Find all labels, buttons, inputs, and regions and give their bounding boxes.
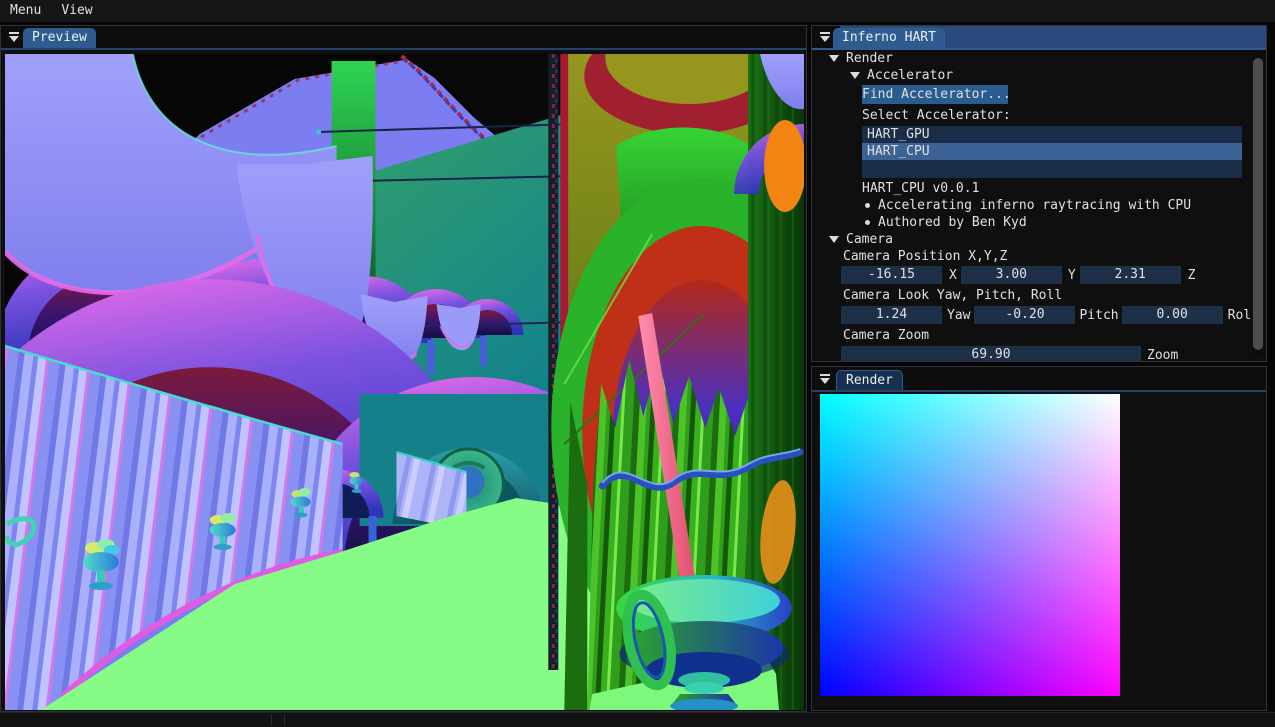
camera-pos-x-field[interactable]: -16.15 [841,266,942,284]
caret-down-icon [850,72,860,79]
render-titlebar: Render [812,367,1266,390]
preview-window: Preview [0,25,807,712]
camera-roll-field[interactable]: 0.00 [1122,306,1223,324]
tree-node-render[interactable]: Render [829,50,1250,67]
find-accelerator-button[interactable]: Find Accelerator... [862,85,1008,104]
scrollbar-track[interactable] [1253,52,1263,358]
camera-yaw-label: Yaw [947,308,970,323]
tab-underline [1,48,806,50]
camera-pos-z-label: Z [1188,268,1196,283]
accelerator-version-label: HART_CPU v0.0.1 [862,180,1250,197]
camera-look-label: Camera Look Yaw, Pitch, Roll [843,287,1250,304]
camera-position-row: -16.15 X 3.00 Y 2.31 Z [841,266,1250,284]
caret-down-icon [829,55,839,62]
camera-zoom-field-label: Zoom [1147,348,1178,362]
caret-down-icon [829,236,839,243]
camera-pos-y-field[interactable]: 3.00 [961,266,1062,284]
camera-pitch-label: Pitch [1079,308,1118,323]
menu-bar: Menu View [0,0,1275,23]
scrollbar-thumb[interactable] [1253,58,1263,350]
render-output-gradient [820,394,1120,696]
bullet-icon [865,203,870,208]
camera-zoom-field[interactable]: 69.90 [841,346,1141,361]
tab-inferno-hart[interactable]: Inferno HART [833,28,945,48]
camera-pos-x-label: X [949,268,957,283]
accelerator-listbox[interactable]: HART_GPU HART_CPU [862,126,1242,178]
list-item-hart-gpu[interactable]: HART_GPU [862,126,1242,143]
select-accelerator-label: Select Accelerator: [862,107,1250,124]
splitter-tick [271,714,272,726]
camera-pitch-field[interactable]: -0.20 [974,306,1075,324]
inspector-content: Render Accelerator Find Accelerator... S… [812,50,1250,361]
bottom-strip [0,712,1275,727]
tree-node-accelerator[interactable]: Accelerator [850,67,1250,84]
preview-render-viewport[interactable] [5,54,804,710]
camera-zoom-row: 69.90 Zoom [841,346,1250,361]
splitter-tick [284,714,285,726]
camera-zoom-label: Camera Zoom [843,327,1250,344]
accelerator-bullet-2: Authored by Ben Kyd [862,214,1250,231]
collapse-icon[interactable] [820,32,831,43]
bullet-icon [865,220,870,225]
collapse-icon[interactable] [9,32,20,43]
bullet-text: Accelerating inferno raytracing with CPU [878,198,1191,213]
bullet-text: Authored by Ben Kyd [878,215,1027,230]
inferno-hart-window: Inferno HART Render Accelerator Find Acc… [811,25,1267,362]
menu-item-menu[interactable]: Menu [0,0,51,22]
tree-node-label: Render [846,51,893,66]
collapse-icon[interactable] [820,374,831,385]
accelerator-bullet-1: Accelerating inferno raytracing with CPU [862,197,1250,214]
tree-node-label: Accelerator [867,68,953,83]
tree-node-label: Camera [846,232,893,247]
camera-pos-z-field[interactable]: 2.31 [1080,266,1181,284]
tab-render[interactable]: Render [836,370,903,390]
camera-position-label: Camera Position X,Y,Z [843,248,1250,265]
tab-underline [812,390,1266,392]
tab-preview[interactable]: Preview [23,28,96,48]
tree-node-camera[interactable]: Camera [829,231,1250,248]
list-item-hart-cpu[interactable]: HART_CPU [862,143,1242,160]
render-output-window: Render [811,366,1267,711]
camera-yaw-field[interactable]: 1.24 [841,306,942,324]
inferno-hart-titlebar: Inferno HART [812,26,1266,48]
camera-pos-y-label: Y [1068,268,1076,283]
camera-look-row: 1.24 Yaw -0.20 Pitch 0.00 Rol [841,306,1250,324]
preview-titlebar: Preview [1,26,806,48]
camera-roll-label: Rol [1228,308,1250,323]
menu-item-view[interactable]: View [51,0,102,22]
